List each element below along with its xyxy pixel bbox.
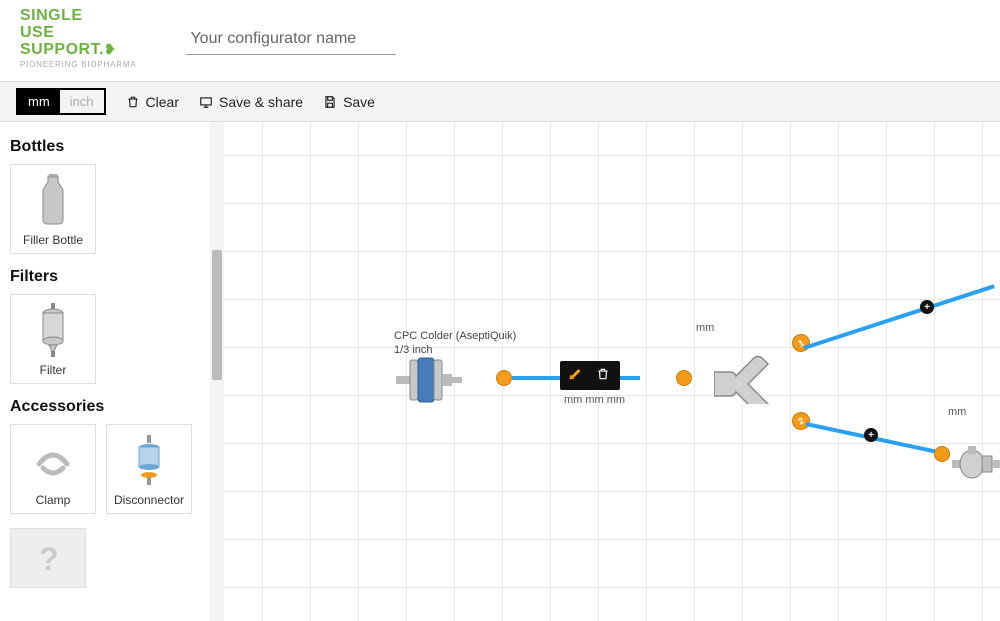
delete-button[interactable] <box>596 367 610 384</box>
svg-text:?: ? <box>39 541 59 577</box>
context-menu <box>560 361 620 390</box>
logo-line-1: SINGLE <box>20 8 136 25</box>
sidebar-item-disconnector[interactable]: Disconnector <box>106 424 192 514</box>
sidebar-item-filler-bottle[interactable]: Filler Bottle <box>10 164 96 254</box>
leaf-icon: ❥ <box>104 41 116 57</box>
toolbar: mm inch Clear Save & share Save <box>0 81 1000 122</box>
unit-inch[interactable]: inch <box>60 90 104 113</box>
logo: SINGLE USE SUPPORT.❥ PIONEERING BIOPHARM… <box>20 8 136 69</box>
sidebar-item-label: Disconnector <box>114 493 184 507</box>
logo-tagline: PIONEERING BIOPHARMA <box>20 60 136 69</box>
clear-button[interactable]: Clear <box>126 94 179 110</box>
save-label: Save <box>343 94 375 110</box>
sidebar-item-placeholder[interactable]: ? <box>10 528 86 588</box>
filter-icon <box>38 301 68 359</box>
main: Bottles Filler Bottle Filters <box>0 122 1000 621</box>
bottle-icon <box>36 171 70 229</box>
selected-node-title: CPC Colder (AseptiQuik) <box>394 330 516 342</box>
save-share-button[interactable]: Save & share <box>199 94 303 110</box>
sidebar: Bottles Filler Bottle Filters <box>0 122 210 621</box>
unit-mm[interactable]: mm <box>18 90 60 113</box>
sidebar-scrollbar[interactable] <box>210 122 224 621</box>
trash-icon <box>596 367 610 381</box>
clamp-icon <box>33 431 73 489</box>
mm-label: mm <box>696 322 714 334</box>
sidebar-item-clamp[interactable]: Clamp <box>10 424 96 514</box>
sidebar-item-label: Clamp <box>36 493 71 507</box>
category-filters: Filters <box>10 268 200 286</box>
mm-label: mm <box>948 406 966 418</box>
disconnector-icon <box>134 431 164 489</box>
sidebar-item-label: Filler Bottle <box>23 233 83 247</box>
save-button[interactable]: Save <box>323 94 375 110</box>
category-accessories: Accessories <box>10 398 200 416</box>
sidebar-item-label: Filter <box>40 363 67 377</box>
sidebar-item-filter[interactable]: Filter <box>10 294 96 384</box>
node-sensor[interactable] <box>952 446 1000 482</box>
unit-toggle[interactable]: mm inch <box>16 88 106 115</box>
save-icon <box>323 95 337 109</box>
node-cpc-connector[interactable] <box>396 352 466 408</box>
clear-label: Clear <box>146 94 179 110</box>
canvas[interactable]: CPC Colder (AseptiQuik) 1/3 inch mm mm m <box>224 122 1000 621</box>
header: SINGLE USE SUPPORT.❥ PIONEERING BIOPHARM… <box>0 0 1000 81</box>
placeholder-icon: ? <box>33 538 63 578</box>
trash-icon <box>126 95 140 109</box>
share-icon <box>199 95 213 109</box>
node-y-splitter[interactable] <box>714 348 770 404</box>
category-bottles: Bottles <box>10 138 200 156</box>
configurator-name-input[interactable] <box>186 24 396 55</box>
logo-line-2: USE <box>20 25 136 42</box>
save-share-label: Save & share <box>219 94 303 110</box>
pencil-icon <box>570 367 584 381</box>
tube-dims-label: mm mm mm <box>564 394 625 406</box>
edit-button[interactable] <box>570 367 584 384</box>
logo-line-3: SUPPORT.❥ <box>20 42 136 59</box>
sidebar-scrollbar-thumb[interactable] <box>212 250 222 380</box>
